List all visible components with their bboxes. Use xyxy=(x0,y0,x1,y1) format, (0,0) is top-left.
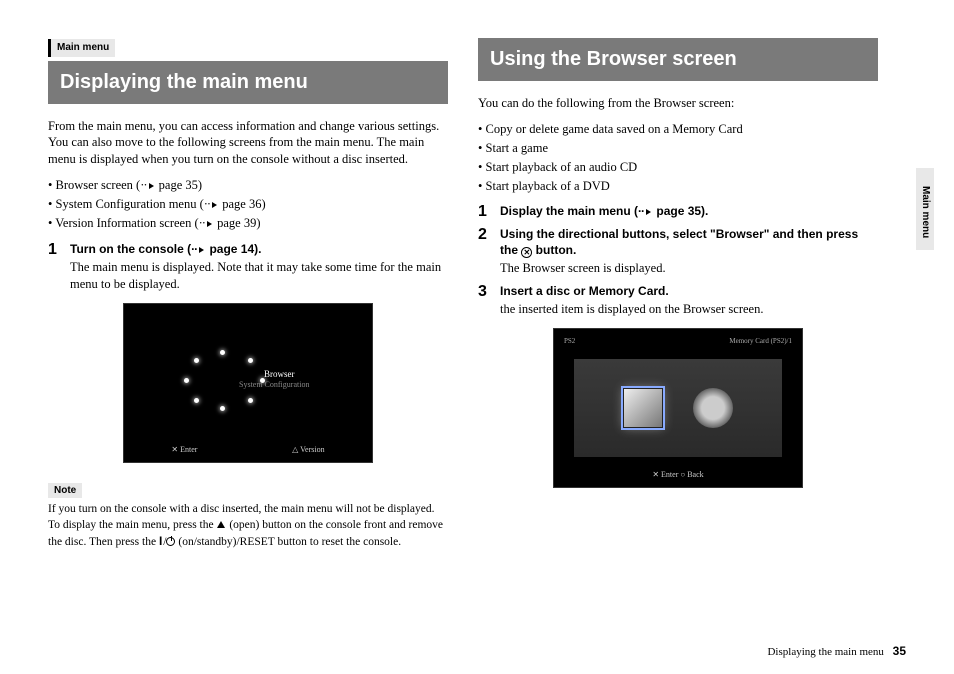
page-number: 35 xyxy=(893,644,906,658)
open-icon xyxy=(217,521,225,528)
step-3-right: 3 Insert a disc or Memory Card. the inse… xyxy=(478,283,878,318)
bullet: Copy or delete game data saved on a Memo… xyxy=(478,120,878,139)
x-button-icon: ✕ xyxy=(521,247,532,258)
step-title: Using the directional buttons, select "B… xyxy=(500,226,878,258)
step-body: The main menu is displayed. Note that it… xyxy=(70,259,448,293)
note-c: (on/standby)/RESET button to reset the c… xyxy=(175,536,401,548)
step-title: Insert a disc or Memory Card. xyxy=(500,283,878,299)
step-2-right: 2 Using the directional buttons, select … xyxy=(478,226,878,277)
shot-bottom: ✕ Enter ○ Back xyxy=(554,470,802,481)
hint-enter: ✕ Enter xyxy=(171,445,197,456)
bullet: Start playback of a DVD xyxy=(478,177,878,196)
left-bullets: Browser screen ( page 35) System Configu… xyxy=(48,176,448,233)
step-number: 1 xyxy=(478,201,487,223)
right-intro: You can do the following from the Browse… xyxy=(478,95,878,112)
menu-option-config: System Configuration xyxy=(239,380,309,391)
right-title: Using the Browser screen xyxy=(478,38,878,81)
bullet: System Configuration menu ( page 36) xyxy=(48,195,448,214)
step-title: Display the main menu ( page 35). xyxy=(500,203,878,219)
step-number: 3 xyxy=(478,281,487,303)
bullet-text: Start playback of a DVD xyxy=(486,179,610,193)
step-body: The Browser screen is displayed. xyxy=(500,260,878,277)
footer-text: Displaying the main menu xyxy=(767,646,883,658)
section-tag: Main menu xyxy=(48,39,115,57)
bullet-text: Browser screen ( page 35) xyxy=(56,178,203,192)
bullet-text: Version Information screen ( page 39) xyxy=(55,216,260,230)
note-text: If you turn on the console with a disc i… xyxy=(48,502,448,551)
bullet-text: Start a game xyxy=(486,141,548,155)
memory-card-icon xyxy=(623,388,663,428)
step-body: the inserted item is displayed on the Br… xyxy=(500,301,878,318)
bullet: Start playback of an audio CD xyxy=(478,158,878,177)
step-1-right: 1 Display the main menu ( page 35). xyxy=(478,203,878,219)
step-number: 1 xyxy=(48,239,57,261)
main-menu-screenshot: Browser System Configuration ✕ Enter △ V… xyxy=(123,303,373,463)
shot-top-left: PS2 xyxy=(564,337,575,346)
hint-version: △ Version xyxy=(292,445,324,456)
shot-top-right: Memory Card (PS2)/1 xyxy=(729,337,792,346)
disc-icon xyxy=(693,388,733,428)
bullet: Version Information screen ( page 39) xyxy=(48,214,448,233)
browser-screenshot: PS2 Memory Card (PS2)/1 ✕ Enter ○ Back xyxy=(553,328,803,488)
step-title-b: button. xyxy=(532,243,576,257)
bullet: Browser screen ( page 35) xyxy=(48,176,448,195)
menu-option-browser: Browser xyxy=(264,368,295,380)
page-footer: Displaying the main menu 35 xyxy=(767,643,906,660)
right-bullets: Copy or delete game data saved on a Memo… xyxy=(478,120,878,196)
step-1-left: 1 Turn on the console ( page 14). The ma… xyxy=(48,241,448,293)
bullet-text: System Configuration menu ( page 36) xyxy=(56,197,266,211)
bullet-text: Copy or delete game data saved on a Memo… xyxy=(486,122,743,136)
left-intro: From the main menu, you can access infor… xyxy=(48,118,448,169)
power-i-icon: I xyxy=(159,533,162,549)
step-title: Turn on the console ( page 14). xyxy=(70,241,448,257)
side-tab-label: Main menu xyxy=(919,186,933,238)
bullet: Start a game xyxy=(478,139,878,158)
bullet-text: Start playback of an audio CD xyxy=(486,160,638,174)
left-title: Displaying the main menu xyxy=(48,61,448,104)
note-tag: Note xyxy=(48,483,82,499)
step-number: 2 xyxy=(478,224,487,246)
